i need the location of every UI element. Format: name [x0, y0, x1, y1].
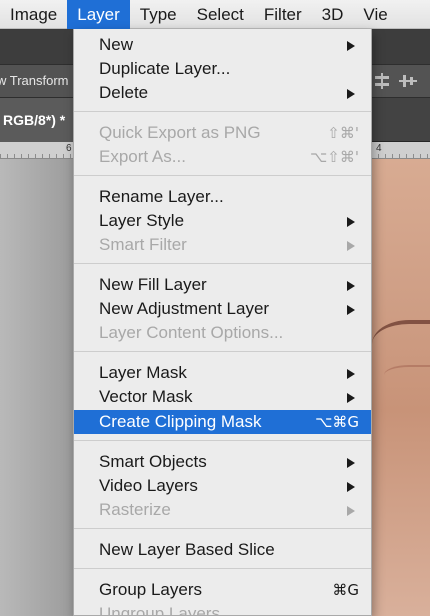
submenu-arrow-icon: [347, 89, 355, 99]
menu-item-label: Quick Export as PNG: [99, 123, 261, 142]
menu-separator: [74, 440, 371, 441]
submenu-arrow-icon: [347, 305, 355, 315]
menu-item-video-layers[interactable]: Video Layers: [74, 474, 371, 498]
menu-item-export-as[interactable]: Export As... ⌥⇧⌘': [74, 145, 371, 169]
menu-item-label: Smart Objects: [99, 452, 207, 471]
menu-bar: Image Layer Type Select Filter 3D Vie: [0, 0, 430, 29]
menu-item-duplicate-layer[interactable]: Duplicate Layer...: [74, 57, 371, 81]
menu-item-label: Rename Layer...: [99, 187, 224, 206]
menu-item-label: New Layer Based Slice: [99, 540, 275, 559]
menu-separator: [74, 175, 371, 176]
transform-option-label[interactable]: w Transform: [0, 73, 69, 88]
menu-item-shortcut: ⌥⇧⌘': [310, 148, 359, 166]
menu-item-delete[interactable]: Delete: [74, 81, 371, 105]
menu-item-vector-mask[interactable]: Vector Mask: [74, 385, 371, 409]
menu-3d[interactable]: 3D: [312, 0, 354, 29]
menu-item-shortcut: ⇧⌘': [327, 124, 359, 142]
menu-item-rename-layer[interactable]: Rename Layer...: [74, 185, 371, 209]
ruler-number: 6: [66, 143, 72, 154]
submenu-arrow-icon: [347, 506, 355, 516]
menu-item-smart-filter[interactable]: Smart Filter: [74, 233, 371, 257]
menu-item-label: New: [99, 35, 134, 54]
menu-item-rasterize[interactable]: Rasterize: [74, 498, 371, 522]
align-vertical-icon[interactable]: [373, 73, 391, 89]
menu-item-new[interactable]: New: [74, 33, 371, 57]
menu-item-label: Layer Content Options...: [99, 323, 284, 342]
menu-separator: [74, 263, 371, 264]
document-tab[interactable]: RGB/8*) *: [0, 98, 80, 142]
menu-item-label: Ungroup Layers: [99, 604, 220, 616]
menu-select[interactable]: Select: [187, 0, 254, 29]
submenu-arrow-icon: [347, 393, 355, 403]
menu-separator: [74, 568, 371, 569]
submenu-arrow-icon: [347, 369, 355, 379]
submenu-arrow-icon: [347, 217, 355, 227]
menu-item-label: Rasterize: [99, 500, 171, 519]
menu-item-label: Delete: [99, 83, 149, 102]
submenu-arrow-icon: [347, 281, 355, 291]
submenu-arrow-icon: [347, 482, 355, 492]
layer-menu-dropdown: New Duplicate Layer... Delete Quick Expo…: [73, 29, 372, 616]
submenu-arrow-icon: [347, 458, 355, 468]
align-icons: [373, 73, 417, 89]
menu-layer[interactable]: Layer: [67, 0, 130, 29]
menu-item-label: Duplicate Layer...: [99, 59, 231, 78]
menu-item-create-clipping-mask[interactable]: Create Clipping Mask ⌥⌘G: [74, 410, 371, 434]
menu-item-label: New Adjustment Layer: [99, 299, 270, 318]
menu-item-label: Layer Style: [99, 211, 185, 230]
menu-item-smart-objects[interactable]: Smart Objects: [74, 450, 371, 474]
menu-item-new-layer-based-slice[interactable]: New Layer Based Slice: [74, 538, 371, 562]
menu-item-label: New Fill Layer: [99, 275, 207, 294]
menu-item-group-layers[interactable]: Group Layers ⌘G: [74, 578, 371, 602]
menu-item-layer-content-options[interactable]: Layer Content Options...: [74, 321, 371, 345]
menu-view[interactable]: Vie: [353, 0, 387, 29]
align-horizontal-icon[interactable]: [399, 73, 417, 89]
ruler-number: 4: [376, 143, 382, 154]
menu-separator: [74, 351, 371, 352]
menu-item-label: Vector Mask: [99, 387, 193, 406]
menu-filter[interactable]: Filter: [254, 0, 312, 29]
submenu-arrow-icon: [347, 41, 355, 51]
menu-item-new-adjustment-layer[interactable]: New Adjustment Layer: [74, 297, 371, 321]
menu-item-new-fill-layer[interactable]: New Fill Layer: [74, 273, 371, 297]
menu-item-label: Smart Filter: [99, 235, 187, 254]
menu-item-ungroup-layers[interactable]: Ungroup Layers: [74, 602, 371, 616]
menu-separator: [74, 528, 371, 529]
menu-item-layer-mask[interactable]: Layer Mask: [74, 361, 371, 385]
photo-detail: [384, 365, 430, 385]
canvas-photo[interactable]: [370, 159, 430, 616]
menu-type[interactable]: Type: [130, 0, 187, 29]
menu-item-label: Create Clipping Mask: [99, 412, 262, 431]
menu-item-shortcut: ⌘G: [332, 581, 359, 599]
menu-item-label: Video Layers: [99, 476, 198, 495]
menu-item-quick-export-png[interactable]: Quick Export as PNG ⇧⌘': [74, 121, 371, 145]
menu-item-shortcut: ⌥⌘G: [315, 413, 359, 431]
menu-item-label: Layer Mask: [99, 363, 187, 382]
menu-separator: [74, 111, 371, 112]
menu-item-layer-style[interactable]: Layer Style: [74, 209, 371, 233]
menu-item-label: Group Layers: [99, 580, 202, 599]
menu-item-label: Export As...: [99, 147, 186, 166]
submenu-arrow-icon: [347, 241, 355, 251]
menu-image[interactable]: Image: [0, 0, 67, 29]
